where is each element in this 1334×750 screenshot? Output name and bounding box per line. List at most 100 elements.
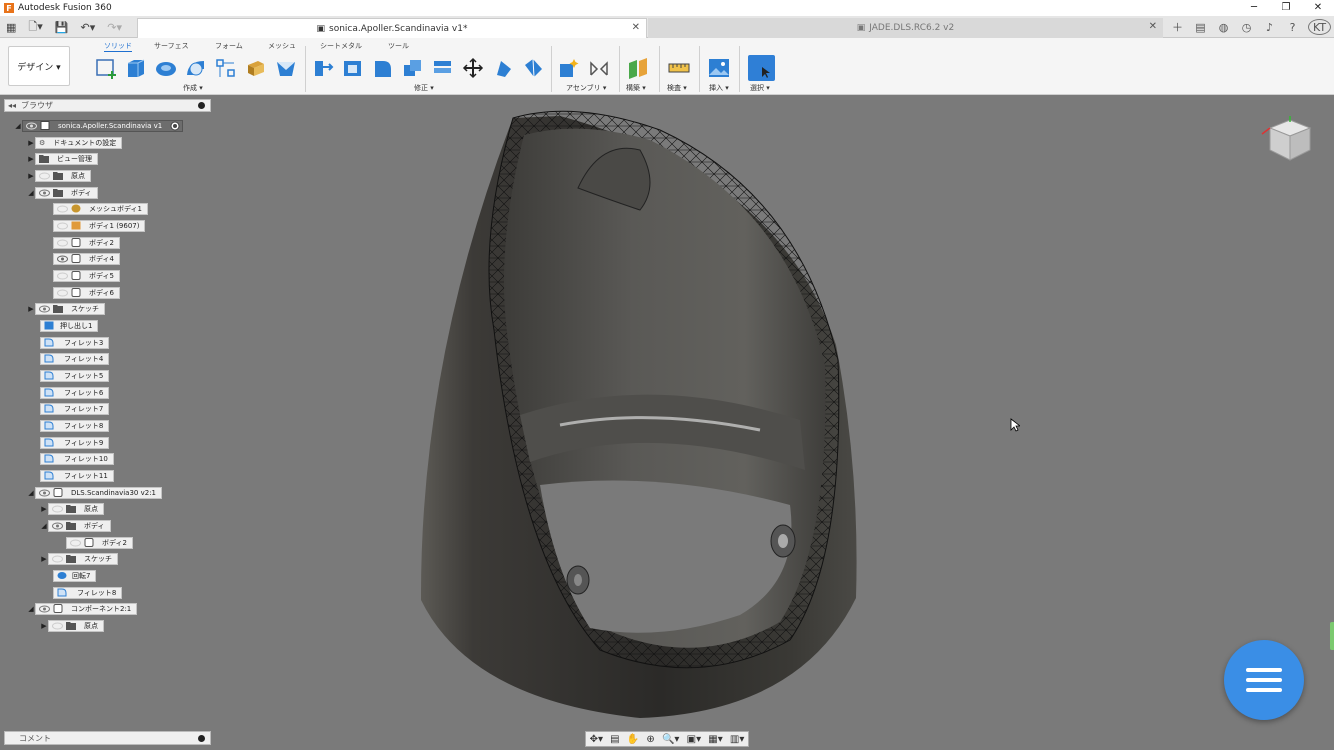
new-component-icon[interactable] xyxy=(557,57,581,79)
tree-node-bodies-2[interactable]: ◢ ボディ xyxy=(40,519,111,532)
display-settings-icon[interactable]: ▣▾ xyxy=(687,734,701,745)
extensions-icon[interactable]: ◍ xyxy=(1212,21,1235,34)
viewports-icon[interactable]: ▥▾ xyxy=(730,734,744,745)
tree-node-root[interactable]: ◢ sonica.Apoller.Scandinavia v1 xyxy=(14,119,184,132)
tab-solid[interactable]: ソリッド xyxy=(104,41,132,52)
select-icon[interactable] xyxy=(748,55,775,81)
tab-sonica[interactable]: ▣ sonica.Apoller.Scandinavia v1* ✕ xyxy=(137,18,647,38)
split-face-icon[interactable] xyxy=(521,57,545,79)
collapse-icon[interactable]: ◢ xyxy=(14,121,22,131)
loft-icon[interactable] xyxy=(214,57,238,79)
tree-node-fillet3[interactable]: フィレット3 xyxy=(40,336,110,349)
view-cube[interactable] xyxy=(1258,112,1320,168)
close-tab-icon[interactable]: ✕ xyxy=(632,22,640,33)
revolve-icon[interactable] xyxy=(154,57,178,79)
activate-radio-icon[interactable] xyxy=(170,121,180,131)
tree-node-fillet11[interactable]: フィレット11 xyxy=(40,469,114,482)
eye-icon[interactable] xyxy=(52,522,63,530)
eye-icon[interactable] xyxy=(39,189,50,197)
chamfer-icon[interactable] xyxy=(371,57,395,79)
new-tab-icon[interactable]: ＋ xyxy=(1166,19,1189,35)
tree-node-fillet9[interactable]: フィレット9 xyxy=(40,436,110,449)
avatar[interactable]: KT xyxy=(1308,19,1331,35)
extrude-icon[interactable] xyxy=(124,57,148,79)
minimize-comments-icon[interactable] xyxy=(198,735,205,742)
file-menu-icon[interactable]: 🗋▾ xyxy=(28,18,42,37)
zoom-icon[interactable]: ⊕ xyxy=(646,734,654,745)
expand-icon[interactable]: ▶ xyxy=(40,554,48,564)
look-at-icon[interactable]: ▤ xyxy=(610,734,619,745)
tree-node-body2[interactable]: ボディ2 xyxy=(53,236,120,249)
side-tab[interactable] xyxy=(1330,622,1334,650)
expand-icon[interactable]: ▶ xyxy=(27,304,35,314)
minimize-button[interactable]: ─ xyxy=(1238,0,1270,16)
measure-icon[interactable] xyxy=(667,57,691,79)
help-icon[interactable]: ? xyxy=(1281,21,1304,34)
tree-node-component2[interactable]: ◢ コンポーネント2:1 xyxy=(27,602,138,615)
eye-icon[interactable] xyxy=(70,539,81,547)
eye-icon[interactable] xyxy=(39,172,50,180)
tab-mesh[interactable]: メッシュ xyxy=(268,41,296,51)
grid-menu-icon[interactable]: ▦ xyxy=(6,21,16,34)
tab-form[interactable]: フォーム xyxy=(215,41,243,51)
tree-node-body4[interactable]: ボディ4 xyxy=(53,252,120,265)
zoom-window-icon[interactable]: 🔍▾ xyxy=(662,734,679,745)
expand-icon[interactable]: ▶ xyxy=(27,138,35,148)
tree-node-bodies[interactable]: ◢ ボディ xyxy=(27,186,98,199)
grid-settings-icon[interactable]: ▦▾ xyxy=(708,734,722,745)
tree-node-fillet5[interactable]: フィレット5 xyxy=(40,369,110,382)
orbit-icon[interactable]: ✥▾ xyxy=(590,734,603,745)
hamburger-menu-button[interactable] xyxy=(1224,640,1304,720)
tree-node-fillet8[interactable]: フィレット8 xyxy=(40,419,110,432)
eye-icon[interactable] xyxy=(26,122,37,130)
collapse-icon[interactable]: ◢ xyxy=(27,604,35,614)
shell-icon[interactable] xyxy=(401,57,425,79)
eye-icon[interactable] xyxy=(57,289,68,297)
tree-node-revolve7[interactable]: 回転7 xyxy=(53,569,97,582)
eye-icon[interactable] xyxy=(57,205,68,213)
rib-icon[interactable] xyxy=(244,57,268,79)
tree-node-body5[interactable]: ボディ5 xyxy=(53,269,120,282)
eye-icon[interactable] xyxy=(52,505,63,513)
workspace-switcher[interactable]: デザイン ▾ xyxy=(8,46,70,86)
insert-group-label[interactable]: 挿入 ▾ xyxy=(709,83,729,93)
eye-icon[interactable] xyxy=(39,489,50,497)
insert-image-icon[interactable] xyxy=(707,57,731,79)
eye-icon[interactable] xyxy=(57,222,68,230)
tab-jade[interactable]: ▣ JADE.DLS.RC6.2 v2 ✕ xyxy=(648,18,1163,38)
close-button[interactable]: ✕ xyxy=(1302,0,1334,16)
close-tab-icon[interactable]: ✕ xyxy=(1149,21,1157,32)
web-icon[interactable] xyxy=(274,57,298,79)
collapse-arrows-icon[interactable]: ◂◂ xyxy=(8,101,16,110)
offset-plane-icon[interactable] xyxy=(626,57,650,79)
pan-icon[interactable]: ✋ xyxy=(627,734,639,745)
assemble-group-label[interactable]: アセンブリ ▾ xyxy=(566,83,606,93)
align-icon[interactable] xyxy=(491,57,515,79)
collapse-icon[interactable]: ◢ xyxy=(27,488,35,498)
modify-group-label[interactable]: 修正 ▾ xyxy=(414,83,434,93)
chat-icon[interactable]: ▤ xyxy=(1189,21,1212,34)
construct-group-label[interactable]: 構築 ▾ xyxy=(626,83,646,93)
press-pull-icon[interactable] xyxy=(311,57,335,79)
job-status-icon[interactable]: ◷ xyxy=(1235,21,1258,34)
tab-sheet-metal[interactable]: シートメタル xyxy=(320,41,362,51)
tree-node-document-settings[interactable]: ▶ ⚙ ドキュメントの設定 xyxy=(27,136,123,149)
tree-node-fillet4[interactable]: フィレット4 xyxy=(40,352,110,365)
tree-node-origin-2[interactable]: ▶ 原点 xyxy=(40,502,104,515)
eye-icon[interactable] xyxy=(52,622,63,630)
tab-tools[interactable]: ツール xyxy=(388,41,409,51)
move-copy-icon[interactable] xyxy=(461,57,485,79)
tree-node-sketches-2[interactable]: ▶ スケッチ xyxy=(40,552,118,565)
tree-node-mesh-body1[interactable]: メッシュボディ1 xyxy=(53,202,148,215)
eye-icon[interactable] xyxy=(57,239,68,247)
tree-node-origin[interactable]: ▶ 原点 xyxy=(27,169,91,182)
tree-node-fillet10[interactable]: フィレット10 xyxy=(40,452,114,465)
combine-icon[interactable] xyxy=(431,57,455,79)
fillet-icon[interactable] xyxy=(341,57,365,79)
tree-node-fillet7[interactable]: フィレット7 xyxy=(40,402,110,415)
viewport-canvas[interactable] xyxy=(0,96,1334,750)
minimize-browser-icon[interactable] xyxy=(198,102,205,109)
save-icon[interactable]: 💾 xyxy=(55,21,69,34)
sweep-icon[interactable] xyxy=(184,57,208,79)
select-group-label[interactable]: 選択 ▾ xyxy=(750,83,770,93)
